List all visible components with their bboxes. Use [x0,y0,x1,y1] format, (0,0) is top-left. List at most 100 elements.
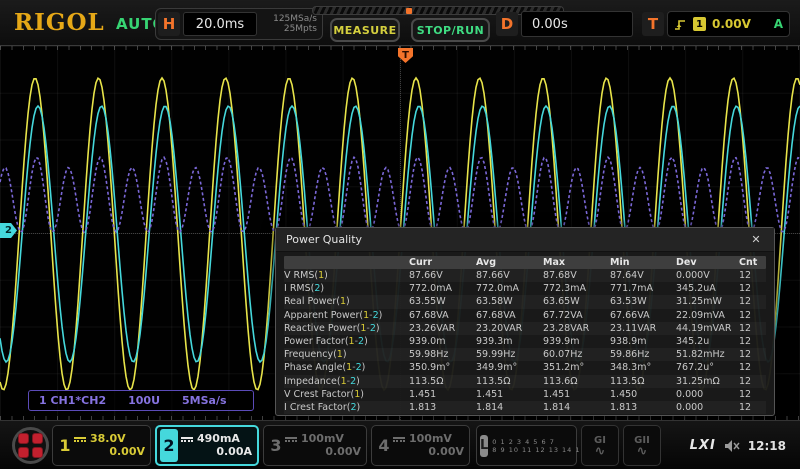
measurement-value: 1.451 [409,389,476,400]
measurement-value: 12 [739,362,768,373]
horizontal-settings-group[interactable]: H 20.0ms 125MSa/s 25Mpts [155,8,323,40]
coupling-icon [285,437,297,442]
measurement-table: V RMS(1)87.66V87.66V87.68V87.64V0.000V12… [284,269,766,414]
trigger-slope-icon [674,18,687,31]
math-channel-scale: 100U [128,394,160,407]
measurement-value: 350.9m° [409,362,476,373]
measurement-value: 1.813 [409,402,476,413]
channel-2-scale: 490mA [197,433,240,445]
power-quality-window: Power Quality ✕ Curr Avg Max Min Dev Cnt… [275,227,775,416]
channel-3-scale: 100mV [301,433,344,445]
delay-label: D [496,12,518,36]
measurement-value: 23.26VAR [409,323,476,334]
measurement-value: 772.0mA [476,283,543,294]
measurement-label: Power Factor(1-2) [284,336,409,347]
math-channel-status[interactable]: 1 CH1*CH2 100U 5MSa/s [28,390,254,411]
window-title: Power Quality [286,233,362,246]
measurement-value: 87.68V [543,270,610,281]
table-row: Real Power(1)63.55W63.58W63.65W63.53W31.… [284,295,766,308]
sample-rate: 125MSa/s [261,14,317,24]
measurement-value: 12 [739,389,768,400]
channel-2-box[interactable]: 2 490mA 0.00A [155,425,259,466]
measurement-value: 12 [739,336,768,347]
measurement-value: 772.0mA [409,283,476,294]
trigger-label: T [642,12,664,36]
table-row: V Crest Factor(1)1.4511.4511.4511.4500.0… [284,388,766,401]
measurement-value: 1.814 [476,402,543,413]
measurement-value: 12 [739,310,768,321]
measurement-value: 767.2u° [676,362,739,373]
coupling-icon [74,437,86,442]
measurement-value: 1.451 [476,389,543,400]
measurement-value: 31.25mΩ [676,376,739,387]
menu-button[interactable] [12,427,49,464]
measurement-value: 60.07Hz [543,349,610,360]
measurement-value: 63.58W [476,296,543,307]
measurement-value: 22.09mVA [676,310,739,321]
math-sample-rate: 5MSa/s [182,394,227,407]
measurement-value: 63.55W [409,296,476,307]
measurement-value: 0.000 [676,389,739,400]
power-quality-titlebar[interactable]: Power Quality ✕ [276,228,774,252]
measurement-value: 12 [739,323,768,334]
measurement-value: 12 [739,376,768,387]
channel-2-number: 2 [160,429,178,462]
table-row: Power Factor(1-2)939.0m939.3m939.9m938.9… [284,335,766,348]
channel-4-box[interactable]: 4 100mV 0.00V [371,425,470,466]
trigger-position-tick [406,8,412,14]
col-max: Max [543,257,610,268]
delay-value[interactable]: 0.00s [521,11,633,37]
measurement-value: 349.9m° [476,362,543,373]
table-row: V RMS(1)87.66V87.66V87.68V87.64V0.000V12 [284,269,766,282]
channel-4-number: 4 [375,428,393,463]
channel-1-box[interactable]: 1 38.0V 0.00V [52,425,151,466]
measurement-label: Reactive Power(1-2) [284,323,409,334]
measurement-value: 12 [739,402,768,413]
coupling-icon [393,437,405,442]
delay-group[interactable]: D 0.00s [496,8,638,40]
table-row: I RMS(2)772.0mA772.0mA772.3mA771.7mA345.… [284,282,766,295]
sine-wave-icon: ∿ [595,446,606,457]
measurement-value: 67.68VA [409,310,476,321]
memory-depth: 25Mpts [261,24,317,34]
measure-button[interactable]: MEASURE [330,18,400,42]
close-icon[interactable]: ✕ [748,232,764,248]
measurement-label: Phase Angle(1-2) [284,362,409,373]
measurement-value: 939.0m [409,336,476,347]
timebase-value[interactable]: 20.0ms [183,12,257,36]
channel-3-box[interactable]: 3 100mV 0.00V [263,425,367,466]
logic-channels-box[interactable]: L 0 1 2 3 4 5 6 7 8 9 10 11 12 13 14 15 [476,425,577,466]
generator-2-button[interactable]: GII ∿ [623,425,661,466]
measurement-value: 1.813 [610,402,676,413]
trigger-source-badge: 1 [693,17,706,31]
measurement-label: V Crest Factor(1) [284,389,409,400]
speaker-muted-icon[interactable] [724,439,740,453]
table-row: Impedance(1-2)113.5Ω113.5Ω113.6Ω113.5Ω31… [284,375,766,388]
measurement-value: 87.66V [409,270,476,281]
channel-4-scale: 100mV [409,433,452,445]
col-cnt: Cnt [739,257,768,268]
measurement-value: 63.53W [610,296,676,307]
math-channel-name: 1 CH1*CH2 [39,394,106,407]
measurement-value: 23.11VAR [610,323,676,334]
measurement-label: Impedance(1-2) [284,376,409,387]
clock: 12:18 [748,439,786,453]
table-row: Frequency(1)59.98Hz59.99Hz60.07Hz59.86Hz… [284,348,766,361]
measurement-value: 31.25mW [676,296,739,307]
measurement-value: 939.9m [543,336,610,347]
trigger-group[interactable]: T 1 0.00V A [642,8,790,40]
stop-run-button[interactable]: STOP/RUN [411,18,490,42]
measurement-value: 59.86Hz [610,349,676,360]
measurement-label: Frequency(1) [284,349,409,360]
measurement-label: Real Power(1) [284,296,409,307]
generator-1-button[interactable]: GI ∿ [581,425,619,466]
measurement-value: 59.98Hz [409,349,476,360]
logic-digits-row2: 8 9 10 11 12 13 14 15 [492,446,585,454]
measurement-label: V RMS(1) [284,270,409,281]
table-row: I Crest Factor(2)1.8131.8141.8141.8130.0… [284,401,766,414]
bottom-channel-bar: 1 38.0V 0.00V 2 490mA 0.00A 3 100mV 0.00… [0,420,800,469]
measurement-value: 44.19mVAR [676,323,739,334]
table-row: Phase Angle(1-2)350.9m°349.9m°351.2m°348… [284,361,766,374]
col-dev: Dev [676,257,739,268]
table-row: Reactive Power(1-2)23.26VAR23.20VAR23.28… [284,322,766,335]
